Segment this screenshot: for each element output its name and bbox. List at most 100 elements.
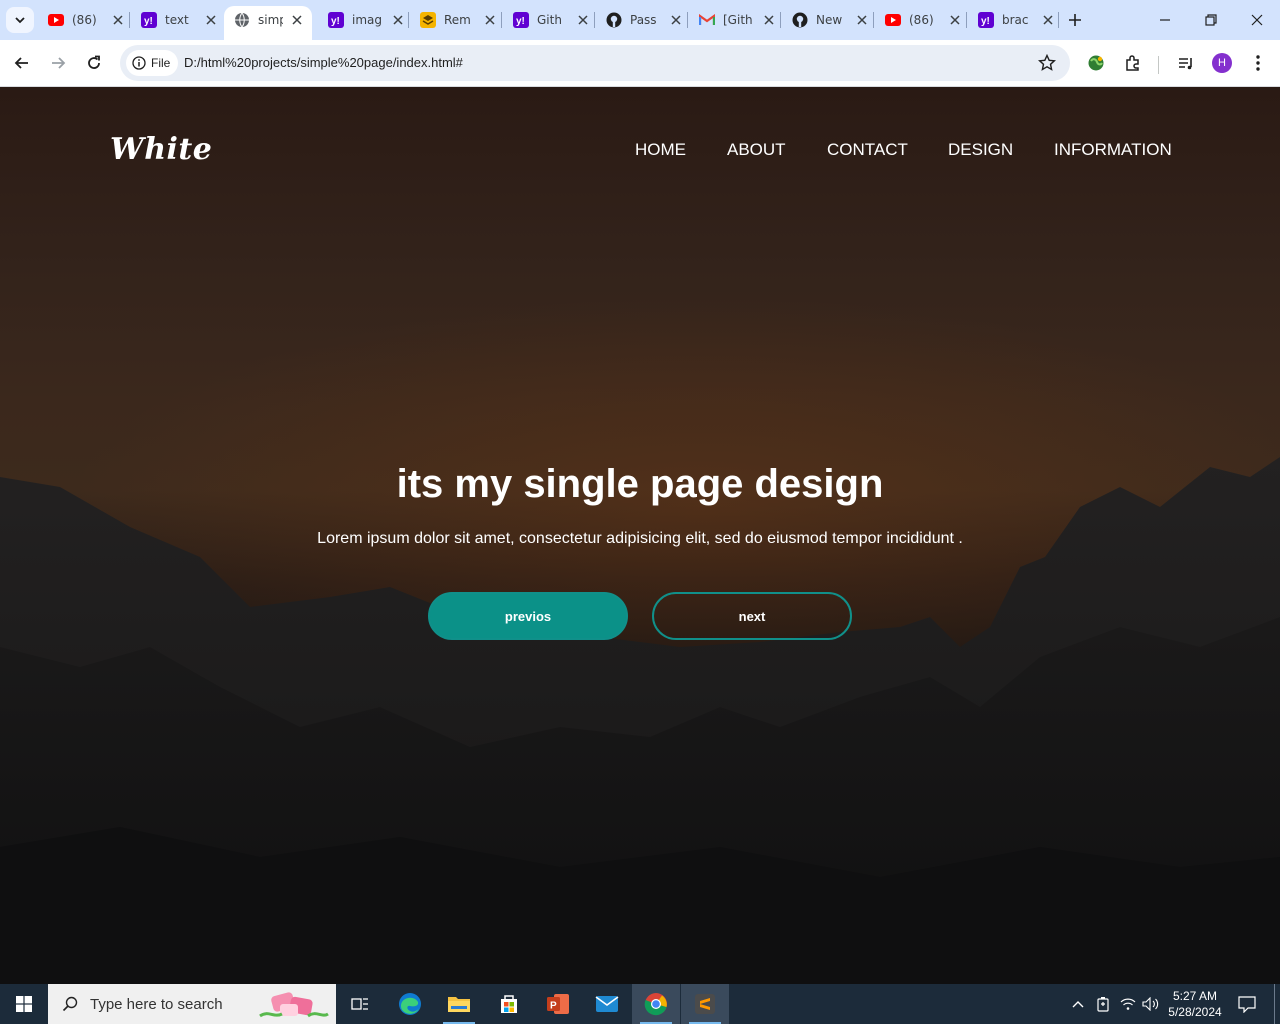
close-icon[interactable] — [203, 12, 219, 28]
taskbar-search-box[interactable]: Type here to search — [48, 984, 336, 1024]
close-icon — [1251, 14, 1263, 26]
globe-icon — [234, 12, 250, 28]
tab-separator — [780, 12, 781, 28]
forward-button[interactable] — [45, 50, 71, 76]
bookmark-star-icon[interactable] — [1037, 53, 1057, 77]
github-icon — [792, 12, 808, 28]
nav-contact[interactable]: CONTACT — [827, 140, 908, 160]
nav-information[interactable]: INFORMATION — [1054, 140, 1172, 160]
back-button[interactable] — [9, 50, 35, 76]
tab-separator — [873, 12, 874, 28]
close-window-button[interactable] — [1234, 0, 1280, 40]
reload-icon — [88, 55, 100, 69]
close-icon[interactable] — [575, 12, 591, 28]
tab-search-button[interactable] — [6, 7, 34, 33]
nav-design[interactable]: DESIGN — [948, 140, 1013, 160]
tab-11[interactable]: y! brac — [968, 6, 1064, 34]
new-tab-button[interactable] — [1064, 9, 1086, 31]
nav-about[interactable]: ABOUT — [727, 140, 786, 160]
extensions-button[interactable] — [1120, 50, 1146, 76]
search-icon — [62, 996, 78, 1012]
menu-button[interactable] — [1245, 50, 1271, 76]
notifications-button[interactable] — [1232, 984, 1262, 1024]
start-button[interactable] — [0, 984, 48, 1024]
windows-logo-icon — [16, 996, 32, 1012]
extension-globe-icon — [1088, 55, 1104, 71]
clock-time: 5:27 AM — [1172, 989, 1218, 1003]
site-info-label: File — [151, 56, 171, 70]
taskbar-file-explorer[interactable] — [435, 984, 483, 1024]
folder-icon — [448, 997, 470, 1012]
site-logo[interactable]: White — [110, 132, 212, 167]
taskbar-edge[interactable] — [386, 984, 434, 1024]
tab-title: text — [165, 13, 189, 27]
tab-1[interactable]: (86) — [38, 6, 134, 34]
windows-taskbar: Type here to search P 5:27 AM 5/28/2024 — [0, 984, 1280, 1024]
tab-7[interactable]: Pass — [596, 6, 692, 34]
close-icon[interactable] — [1040, 12, 1056, 28]
tab-8[interactable]: [Gith — [689, 6, 785, 34]
tab-5[interactable]: Rem — [410, 6, 506, 34]
taskbar-sublime-text[interactable] — [681, 984, 729, 1024]
close-icon[interactable] — [854, 12, 870, 28]
close-icon[interactable] — [110, 12, 126, 28]
close-icon[interactable] — [291, 12, 304, 28]
tab-2[interactable]: y! text — [131, 6, 227, 34]
yahoo-icon: y! — [978, 12, 994, 28]
show-desktop-divider[interactable] — [1274, 984, 1275, 1024]
media-control-button[interactable] — [1173, 50, 1199, 76]
reload-button[interactable] — [81, 50, 107, 76]
yahoo-icon: y! — [513, 12, 529, 28]
media-queue-icon — [1179, 58, 1192, 70]
tab-separator — [501, 12, 502, 28]
tab-title: Gith — [537, 13, 562, 27]
network-status[interactable] — [1118, 984, 1138, 1024]
task-view-button[interactable] — [336, 984, 384, 1024]
extension-globe-button[interactable] — [1083, 50, 1109, 76]
tab-strip: (86) y! text simp y! imag Rem y! Gith Pa… — [0, 0, 1280, 40]
tab-3-active[interactable]: simp — [224, 6, 312, 40]
previous-button[interactable]: previos — [428, 592, 628, 640]
chevron-down-icon — [15, 17, 25, 24]
battery-plug-icon — [1097, 997, 1109, 1012]
taskbar-clock[interactable]: 5:27 AM 5/28/2024 — [1164, 988, 1226, 1020]
tab-separator — [408, 12, 409, 28]
taskbar-store[interactable] — [485, 984, 533, 1024]
svg-text:y!: y! — [516, 16, 525, 27]
yahoo-icon: y! — [141, 12, 157, 28]
close-icon[interactable] — [668, 12, 684, 28]
tab-9[interactable]: New — [782, 6, 878, 34]
taskbar-chrome[interactable] — [632, 984, 680, 1024]
tab-title: New — [816, 13, 843, 27]
close-icon[interactable] — [390, 12, 406, 28]
info-icon — [132, 56, 146, 70]
restore-button[interactable] — [1188, 0, 1234, 40]
tab-separator — [966, 12, 967, 28]
url-text[interactable]: D:/html%20projects/simple%20page/index.h… — [184, 55, 463, 70]
tab-4[interactable]: y! imag — [318, 6, 414, 34]
close-icon[interactable] — [761, 12, 777, 28]
taskbar-mail[interactable] — [583, 984, 631, 1024]
sublime-text-icon — [695, 994, 715, 1014]
nav-home[interactable]: HOME — [635, 140, 686, 160]
address-bar[interactable]: File D:/html%20projects/simple%20page/in… — [120, 45, 1070, 81]
tab-10[interactable]: (86) — [875, 6, 971, 34]
hero-text: Lorem ipsum dolor sit amet, consectetur … — [317, 530, 963, 547]
svg-text:y!: y! — [144, 16, 153, 27]
minimize-button[interactable] — [1142, 0, 1188, 40]
tab-6[interactable]: y! Gith — [503, 6, 599, 34]
close-icon[interactable] — [947, 12, 963, 28]
close-icon[interactable] — [482, 12, 498, 28]
tab-title: [Gith — [723, 13, 753, 27]
svg-text:y!: y! — [981, 16, 990, 27]
site-info-chip[interactable]: File — [126, 50, 179, 76]
battery-status[interactable] — [1094, 984, 1112, 1024]
plus-icon — [1069, 14, 1081, 26]
taskbar-powerpoint[interactable]: P — [534, 984, 582, 1024]
profile-button[interactable]: H — [1209, 50, 1235, 76]
show-hidden-icons-button[interactable] — [1068, 984, 1088, 1024]
tab-separator — [1058, 12, 1059, 28]
volume-control[interactable] — [1140, 984, 1162, 1024]
minimize-icon — [1160, 19, 1170, 21]
next-button[interactable]: next — [652, 592, 852, 640]
